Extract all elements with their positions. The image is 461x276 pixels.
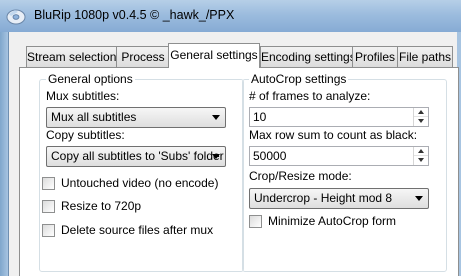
tab-profiles[interactable]: Profiles (352, 46, 398, 67)
frames-to-analyze-spinbox[interactable] (249, 107, 429, 127)
general-settings-panel: General options Mux subtitles: Mux all s… (19, 67, 459, 276)
chevron-down-icon (415, 196, 423, 201)
arrow-up-icon (418, 110, 424, 114)
mux-subtitles-select[interactable]: Mux all subtitles (46, 107, 226, 128)
delete-source-label: Delete source files after mux (61, 223, 214, 237)
copy-subtitles-value: Copy all subtitles to 'Subs' folder (51, 149, 224, 163)
autocrop-settings-title: AutoCrop settings (249, 72, 349, 86)
crop-resize-mode-value: Undercrop - Height mod 8 (254, 191, 393, 205)
mux-subtitles-value: Mux all subtitles (51, 110, 137, 124)
app-disc-icon (6, 9, 26, 25)
arrow-down-icon (418, 158, 424, 162)
resize-720p-checkbox[interactable] (42, 200, 55, 213)
general-options-title: General options (46, 72, 135, 86)
arrow-down-icon (418, 119, 424, 123)
frames-to-analyze-input[interactable] (250, 108, 413, 126)
max-row-sum-spinbox[interactable] (249, 146, 429, 166)
max-row-sum-input[interactable] (250, 147, 413, 165)
window-title: BluRip 1080p v0.4.5 © _hawk_/PPX (34, 8, 235, 22)
window-frame-left (0, 32, 8, 276)
untouched-video-checkbox[interactable] (42, 177, 55, 190)
window-client-area: Stream selection Process General setting… (8, 32, 459, 276)
mux-subtitles-label: Mux subtitles: (46, 89, 120, 103)
tab-file-paths[interactable]: File paths (397, 46, 453, 67)
tab-encoding-settings[interactable]: Encoding settings (260, 46, 356, 67)
max-row-sum-label: Max row sum to count as black: (249, 128, 418, 142)
chevron-down-icon (212, 154, 220, 159)
frames-to-analyze-label: # of frames to analyze: (249, 89, 371, 103)
minimize-autocrop-label: Minimize AutoCrop form (268, 214, 397, 228)
tab-stream-selection[interactable]: Stream selection (26, 46, 117, 67)
autocrop-settings-group: AutoCrop settings # of frames to analyze… (242, 72, 447, 272)
minimize-autocrop-checkbox[interactable] (249, 215, 262, 228)
copy-subtitles-label: Copy subtitles: (46, 128, 125, 142)
tab-process[interactable]: Process (116, 46, 170, 67)
spin-up-button[interactable] (414, 108, 428, 117)
delete-source-checkbox[interactable] (42, 224, 55, 237)
resize-720p-label: Resize to 720p (61, 199, 142, 213)
arrow-up-icon (418, 149, 424, 153)
general-options-group: General options Mux subtitles: Mux all s… (39, 72, 244, 272)
rowsum-spinner-buttons (413, 147, 428, 165)
tab-general-settings[interactable]: General settings (168, 43, 260, 68)
chevron-down-icon (212, 115, 220, 120)
crop-resize-mode-label: Crop/Resize mode: (249, 169, 352, 183)
spin-up-button[interactable] (414, 147, 428, 156)
spin-down-button[interactable] (414, 117, 428, 126)
spin-down-button[interactable] (414, 156, 428, 165)
title-bar[interactable]: BluRip 1080p v0.4.5 © _hawk_/PPX (0, 0, 461, 32)
untouched-video-label: Untouched video (no encode) (61, 176, 219, 190)
crop-resize-mode-select[interactable]: Undercrop - Height mod 8 (249, 188, 429, 209)
copy-subtitles-select[interactable]: Copy all subtitles to 'Subs' folder (46, 146, 226, 167)
frames-spinner-buttons (413, 108, 428, 126)
